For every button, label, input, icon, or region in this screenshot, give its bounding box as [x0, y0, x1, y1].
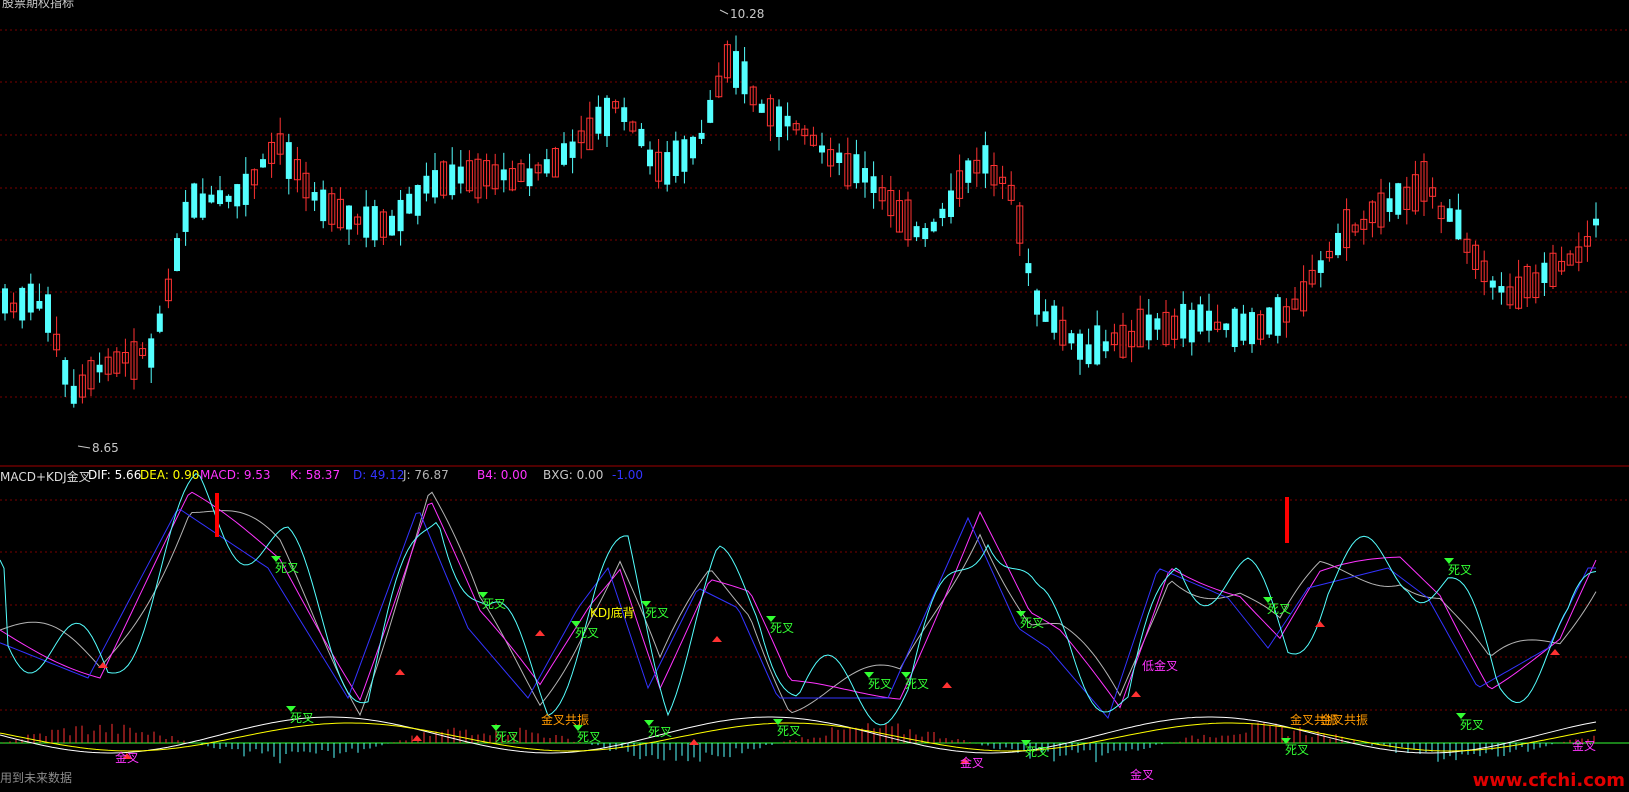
indicator-lines — [0, 472, 1597, 754]
signal-label: 死叉 — [495, 730, 519, 744]
signal-label: 死叉 — [1020, 616, 1044, 630]
dea-value: DEA: 0.90 — [140, 468, 200, 482]
indicator-name: MACD+KDJ金叉 — [0, 470, 91, 484]
signal-label: 死叉 — [290, 711, 314, 725]
up-arrow-icon — [1550, 649, 1560, 655]
up-arrow-icon — [1131, 691, 1141, 697]
up-arrow-icon — [1315, 621, 1325, 627]
signal-label: 死叉 — [1460, 718, 1484, 732]
signal-label: 死叉 — [577, 730, 601, 744]
j-value: J: 76.87 — [403, 468, 449, 482]
watermark: www.cfchi.com — [1472, 770, 1625, 791]
d-value: D: 49.12 — [353, 468, 405, 482]
signal-markers: 死叉死叉死叉死叉死叉 死叉死叉死叉死叉 死叉死叉死叉 死叉 死叉 死叉死叉死叉死叉金叉低金… — [98, 556, 1596, 782]
signal-label: 死叉 — [905, 677, 929, 691]
candlestick-series — [2, 35, 1599, 408]
up-arrow-icon — [395, 669, 405, 675]
signal-label: 低金叉 — [1142, 658, 1178, 673]
signal-label: 死叉 — [1285, 743, 1309, 757]
signal-label: 死叉 — [482, 597, 506, 611]
up-arrow-icon — [689, 739, 699, 745]
signal-label: 死叉 — [1025, 745, 1049, 759]
dif-value: DIF: 5.66 — [88, 468, 142, 482]
signal-label: 金叉 — [960, 755, 984, 770]
signal-label: KDJ底背 — [590, 605, 635, 620]
up-arrow-icon — [535, 630, 545, 636]
signal-label: 金叉 — [1572, 738, 1596, 753]
up-arrow-icon — [412, 735, 422, 741]
high-price-label: 10.28 — [730, 7, 764, 21]
footer-note: 用到未来数据 — [0, 771, 73, 785]
signal-label: 死叉 — [645, 606, 669, 620]
red-bar-marker — [1285, 497, 1289, 543]
chart-header-cut: 股票期权指标 — [2, 0, 75, 10]
bxg-value: BXG: 0.00 — [543, 468, 604, 482]
red-bar-marker — [215, 493, 219, 537]
signal-label: 死叉 — [868, 677, 892, 691]
chart-canvas[interactable]: 10.28 8.65 死叉死叉死叉死叉死叉 死叉死叉死叉死叉 死叉死叉死叉 死叉 死叉死… — [0, 0, 1629, 792]
b4-value: B4: 0.00 — [477, 468, 528, 482]
signal-label: 死叉 — [1448, 563, 1472, 577]
signal-label: 金叉 — [1130, 767, 1154, 782]
signal-label: 金叉 — [115, 750, 139, 765]
k-value: K: 58.37 — [290, 468, 341, 482]
macd-value: MACD: 9.53 — [200, 468, 271, 482]
signal-label: 死叉 — [648, 725, 672, 739]
signal-label: 死叉 — [275, 561, 299, 575]
signal-label: 死叉 — [777, 724, 801, 738]
signal-label: 死叉 — [770, 621, 794, 635]
price-labels: 10.28 8.65 — [77, 7, 764, 455]
up-arrow-icon — [942, 682, 952, 688]
signal-label: 死叉 — [575, 626, 599, 640]
signal-label: 死叉 — [1267, 602, 1291, 616]
signal-label: 金叉共振 — [541, 712, 589, 727]
up-arrow-icon — [712, 636, 722, 642]
extra-value: -1.00 — [612, 468, 644, 482]
low-price-label: 8.65 — [92, 441, 119, 455]
signal-label: 金叉共振 — [1320, 712, 1368, 727]
grid-lines — [0, 29, 1629, 711]
